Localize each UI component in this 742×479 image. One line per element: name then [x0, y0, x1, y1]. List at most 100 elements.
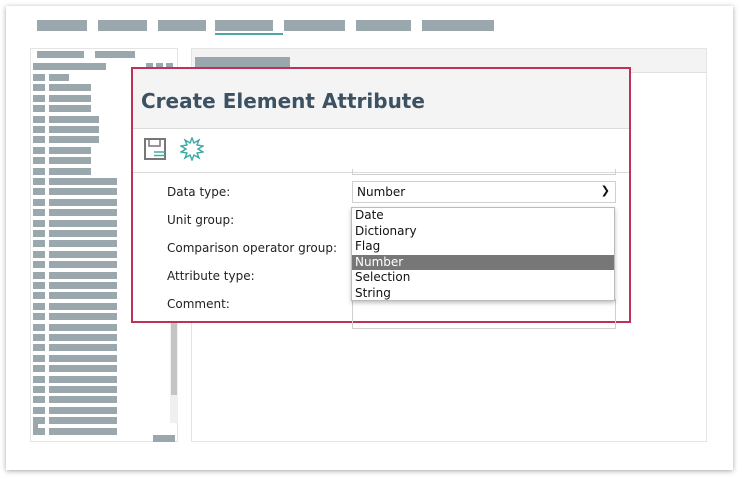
tree-row-placeholder [33, 105, 45, 113]
tree-row-placeholder [33, 115, 45, 123]
tree-row-placeholder [49, 167, 91, 175]
tree-row-placeholder [33, 354, 45, 362]
tree-row-placeholder [33, 386, 45, 393]
data-type-select[interactable]: Number ❯ [352, 181, 616, 203]
tree-row-placeholder [33, 209, 45, 217]
tree-row-placeholder [33, 250, 45, 258]
tree-row-placeholder [49, 146, 91, 154]
tree-row-placeholder [49, 188, 117, 196]
nav-tab[interactable] [37, 20, 87, 31]
scrollbar-thumb[interactable] [171, 315, 177, 395]
tree-row-placeholder [49, 386, 117, 393]
tree-row-placeholder [33, 344, 45, 352]
tree-row-placeholder [33, 167, 45, 175]
option-selection[interactable]: Selection [352, 270, 614, 286]
data-type-value: Number [357, 185, 406, 199]
nav-tab[interactable] [98, 20, 147, 31]
tree-row-placeholder [33, 261, 45, 269]
tree-row-placeholder [33, 313, 45, 321]
tree-row-placeholder [33, 219, 45, 227]
tree-row-placeholder [49, 302, 117, 310]
tree-row-placeholder [33, 146, 45, 154]
tree-row-placeholder [49, 115, 99, 123]
tree-row-placeholder [33, 84, 45, 92]
tree-row-placeholder [33, 126, 45, 133]
tree-row-placeholder [49, 240, 117, 248]
option-string[interactable]: String [352, 286, 614, 302]
dialog-header: Create Element Attribute [133, 69, 629, 129]
nav-tab[interactable] [158, 20, 206, 31]
tree-row-placeholder [49, 198, 117, 206]
tree-row-placeholder [33, 188, 45, 196]
tree-row-placeholder [49, 417, 117, 425]
tree-row-placeholder [49, 271, 117, 279]
tree-row-placeholder [33, 375, 45, 383]
dialog-title: Create Element Attribute [141, 89, 425, 113]
tree-row-placeholder [49, 250, 117, 258]
tree-row-placeholder [49, 354, 117, 362]
nav-tab[interactable] [284, 20, 345, 31]
nav-tab-active[interactable] [215, 20, 273, 31]
tree-row-placeholder [49, 406, 117, 414]
tree-row-placeholder [33, 157, 45, 165]
nav-tab[interactable] [356, 20, 411, 31]
attribute-type-label: Attribute type: [167, 269, 255, 283]
tree-row-placeholder [49, 219, 117, 227]
save-icon[interactable] [144, 138, 168, 162]
comparison-operator-group-label: Comparison operator group: [167, 241, 337, 255]
tree-row-placeholder [49, 313, 117, 321]
tree-row-placeholder [33, 282, 45, 289]
tree-row-placeholder [49, 396, 117, 404]
tree-row-placeholder [49, 344, 117, 352]
tree-row-placeholder [49, 261, 117, 269]
new-starburst-icon[interactable] [180, 137, 204, 161]
tree-row-placeholder [49, 105, 91, 113]
option-date[interactable]: Date [352, 208, 614, 224]
tree-row-placeholder [49, 74, 69, 81]
data-type-label: Data type: [167, 185, 231, 199]
dialog-toolbar [133, 129, 629, 173]
tree-row-placeholder [33, 63, 106, 70]
option-flag[interactable]: Flag [352, 239, 614, 255]
option-number[interactable]: Number [352, 254, 614, 270]
data-type-dropdown: Date Dictionary Flag Number Selection St… [351, 207, 615, 301]
option-dictionary[interactable]: Dictionary [352, 224, 614, 240]
chevron-down-icon: ❯ [600, 184, 610, 197]
create-element-attribute-dialog: Create Element Attribute Data type: Unit… [131, 67, 631, 329]
tree-row-placeholder [49, 126, 99, 133]
tree-row-placeholder [49, 157, 91, 165]
tree-row-placeholder [95, 51, 135, 58]
tree-row-placeholder [33, 240, 45, 248]
tree-row-placeholder [33, 136, 45, 144]
nav-tab[interactable] [422, 20, 494, 31]
tree-row-placeholder [49, 230, 117, 237]
tree-row-placeholder [49, 365, 117, 373]
tree-row-placeholder [33, 74, 45, 81]
tree-row-placeholder [49, 136, 99, 144]
tree-row-placeholder [49, 84, 91, 92]
tree-row-placeholder [153, 435, 175, 442]
comment-textarea[interactable] [352, 299, 616, 329]
tree-row-placeholder [49, 282, 117, 289]
comment-label: Comment: [167, 297, 230, 311]
tree-row-placeholder [49, 375, 117, 383]
tree-row-placeholder [33, 406, 45, 414]
active-tab-indicator [215, 33, 283, 35]
tree-row-placeholder [49, 292, 117, 300]
tree-row-placeholder [33, 396, 45, 404]
unit-group-label: Unit group: [167, 213, 235, 227]
tree-row-placeholder [33, 302, 45, 310]
tree-row-placeholder [33, 198, 45, 206]
tree-row-placeholder [33, 334, 45, 341]
tree-row-placeholder [33, 292, 45, 300]
tree-row-placeholder [33, 178, 45, 185]
tree-row-placeholder [49, 178, 117, 185]
tree-row-placeholder [33, 271, 45, 279]
tree-row-placeholder [33, 365, 45, 373]
tree-row-placeholder [33, 94, 45, 102]
tree-row-placeholder [49, 94, 91, 102]
previous-field-input[interactable] [352, 169, 616, 175]
tree-row-placeholder [33, 323, 45, 331]
tree-row-placeholder [49, 209, 117, 217]
tree-row-placeholder [49, 323, 117, 331]
